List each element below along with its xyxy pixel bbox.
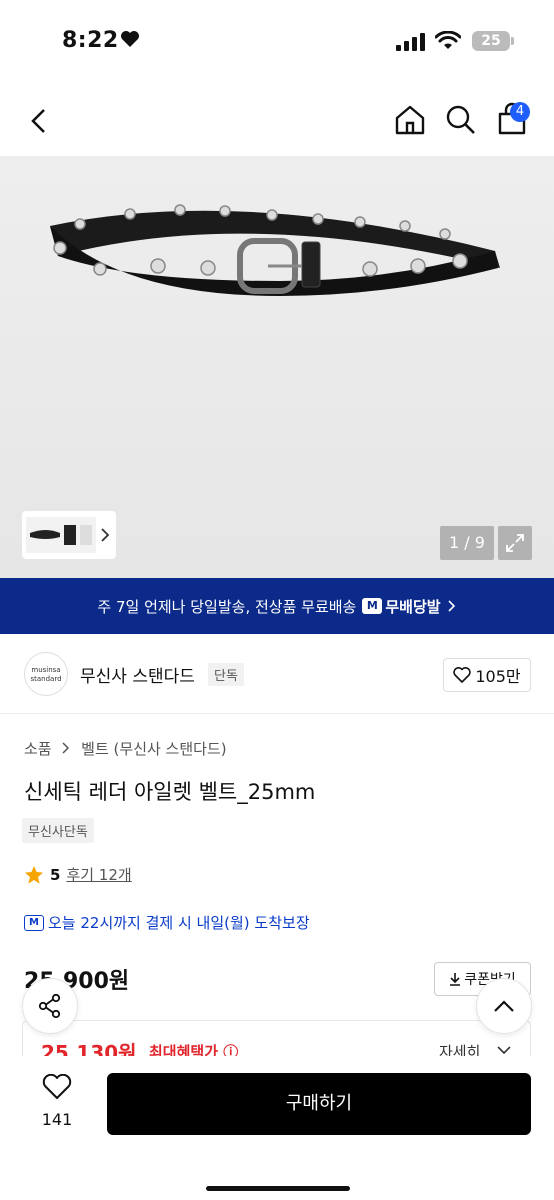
heart-outline-icon	[453, 667, 472, 683]
status-bar: 8:22 25	[0, 0, 554, 84]
banner-text: 주 7일 언제나 당일발송, 전상품 무료배송	[97, 597, 357, 616]
breadcrumb-leaf[interactable]: 벨트 (무신사 스탠다드)	[81, 740, 226, 758]
star-icon	[25, 865, 43, 884]
chevron-right-icon	[448, 600, 455, 612]
wishlist-button[interactable]: 141	[30, 1073, 84, 1129]
search-icon[interactable]	[444, 103, 478, 137]
chevron-right-icon	[101, 528, 110, 542]
brand-row: musinsa standard 무신사 스탠다드 단독 105만	[0, 634, 554, 714]
status-time: 8:22	[62, 28, 119, 53]
banner-logo: M 무배당발	[362, 596, 441, 617]
brand-like-button[interactable]: 105만	[443, 658, 531, 692]
cart-count-badge: 4	[510, 102, 530, 122]
banner-logo-label: 무배당발	[385, 597, 441, 616]
share-icon	[38, 993, 61, 1019]
wifi-icon	[435, 31, 461, 49]
home-indicator	[206, 1186, 350, 1191]
expand-button[interactable]	[498, 526, 532, 560]
share-button[interactable]	[22, 978, 78, 1034]
signal-icon	[396, 33, 425, 51]
chevron-down-icon	[497, 1046, 511, 1055]
review-link[interactable]: 후기 12개	[66, 864, 131, 885]
image-counter: 1 / 9	[440, 526, 494, 560]
top-navigation: 4	[0, 84, 554, 156]
exclusive-badge: 단독	[208, 663, 244, 686]
download-icon	[450, 973, 461, 986]
back-arrow-icon[interactable]	[24, 106, 54, 136]
rating-row: 5 후기 12개	[24, 864, 132, 885]
heart-status-icon	[121, 31, 139, 47]
home-icon[interactable]	[393, 103, 427, 137]
delivery-guarantee: M 오늘 22시까지 결제 시 내일(월) 도착보장	[24, 912, 310, 933]
bottom-purchase-bar: 141 구매하기	[0, 1056, 554, 1200]
breadcrumb-root[interactable]: 소품	[24, 740, 52, 758]
chevron-right-icon	[62, 742, 70, 754]
delivery-truck-icon: M	[362, 598, 383, 614]
product-title: 신세틱 레더 아일렛 벨트_25mm	[24, 780, 316, 804]
delivery-truck-icon: M	[24, 914, 44, 931]
gallery-thumbnail[interactable]	[22, 511, 116, 559]
expand-icon	[506, 534, 524, 552]
rating-score: 5	[50, 865, 61, 884]
battery-indicator: 25	[472, 31, 510, 51]
wishlist-count: 141	[41, 1110, 73, 1129]
brand-name[interactable]: 무신사 스탠다드	[80, 662, 195, 687]
product-image-gallery[interactable]: 1 / 9	[0, 156, 554, 578]
battery-tip	[511, 37, 514, 45]
brand-like-count: 105만	[475, 667, 521, 686]
delivery-text: 오늘 22시까지 결제 시 내일(월) 도착보장	[48, 914, 310, 932]
exclusive-tag: 무신사단독	[22, 818, 94, 843]
brand-logo[interactable]: musinsa standard	[24, 652, 68, 696]
breadcrumb: 소품 벨트 (무신사 스탠다드)	[24, 738, 227, 759]
belt-product-image	[50, 204, 500, 296]
free-shipping-banner[interactable]: 주 7일 언제나 당일발송, 전상품 무료배송 M 무배당발	[0, 578, 554, 634]
scroll-to-top-button[interactable]	[476, 978, 532, 1034]
heart-outline-icon	[42, 1073, 72, 1099]
buy-button[interactable]: 구매하기	[107, 1073, 531, 1135]
chevron-up-icon	[494, 1000, 514, 1012]
thumbnail-image	[26, 517, 96, 553]
